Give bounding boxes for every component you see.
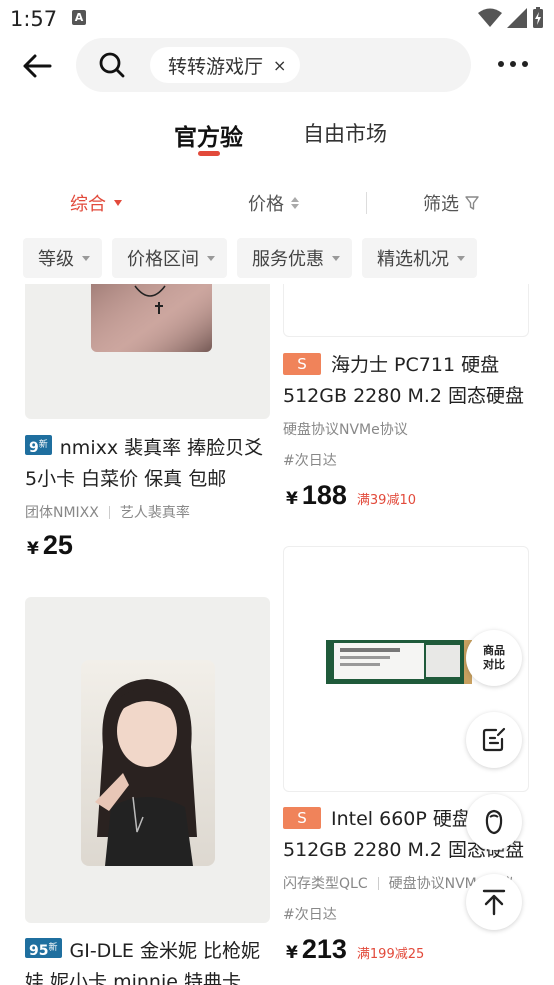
signal-icon (507, 8, 527, 28)
active-tab-indicator (198, 151, 220, 156)
divider (366, 192, 367, 214)
grade-suffix: 新 (48, 943, 58, 953)
product-tags: 团体NMIXX 艺人裴真率 (25, 502, 190, 522)
wifi-icon (478, 8, 502, 27)
tab-official-verified[interactable]: 官方验 (174, 118, 243, 152)
filter-condition-label: 精选机况 (377, 249, 449, 270)
s-grade-badge: S (283, 807, 321, 829)
edit-icon (482, 727, 506, 752)
edit-notes-button[interactable] (466, 712, 522, 768)
product-title-text: nmixx 裴真率 捧脸贝爻5小卡 白菜价 保真 包邮 (25, 437, 264, 490)
product-image[interactable] (25, 284, 270, 419)
top-header: 转转游戏厅 × (0, 38, 554, 94)
price-amount: 25 (42, 530, 73, 560)
status-indicators (478, 7, 544, 29)
footprint-icon (485, 809, 503, 835)
search-keyword: 转转游戏厅 (168, 55, 264, 78)
back-button[interactable] (20, 50, 54, 82)
arrow-up-icon (482, 889, 506, 916)
tag-divider (108, 505, 110, 519)
search-bar[interactable]: 转转游戏厅 × (76, 38, 471, 92)
photocard-image (81, 660, 215, 866)
funnel-icon (465, 196, 479, 210)
sort-price-label: 价格 (248, 194, 284, 215)
dot-icon (522, 61, 528, 67)
caret-down-icon (82, 255, 90, 261)
filter-grade-label: 等级 (38, 249, 74, 270)
search-keyword-chip[interactable]: 转转游戏厅 × (150, 47, 301, 83)
price-amount: 213 (301, 934, 347, 964)
caret-down-icon (207, 255, 215, 261)
product-title: S 海力士 PC711 硬盘 512GB 2280 M.2 固态硬盘 (283, 350, 528, 412)
grade-badge: 9新 (25, 435, 52, 456)
product-price: ¥ 213 满199减25 (286, 934, 424, 965)
market-tabs: 官方验 自由市场 (0, 112, 554, 162)
filter-price-range-label: 价格区间 (127, 249, 199, 270)
product-image[interactable] (283, 284, 529, 337)
filter-price-range[interactable]: 价格区间 (112, 238, 227, 278)
grade-badge: 95新 (25, 938, 62, 959)
promo-label: 满39减10 (356, 493, 416, 508)
tag-divider (377, 876, 379, 890)
photocard-image (91, 284, 212, 352)
tag-flash-type: 闪存类型QLC (283, 876, 368, 892)
filter-grade[interactable]: 等级 (23, 238, 102, 278)
product-grid: 9新 nmixx 裴真率 捧脸贝爻5小卡 白菜价 保真 包邮 团体NMIXX 艺人… (0, 284, 554, 985)
product-image[interactable] (25, 597, 270, 923)
dot-icon (498, 61, 504, 67)
filter-chips: 等级 价格区间 服务优惠 精选机况 (23, 238, 477, 278)
more-options-button[interactable] (498, 52, 528, 76)
product-price: ¥ 188 满39减10 (286, 480, 416, 511)
product-card[interactable]: 95新GI-DLE 金米妮 比枪妮娃 妮小卡 minnie 特典卡 保 (0, 597, 277, 985)
caret-down-icon (332, 255, 340, 261)
delivery-tag: #次日达 (283, 907, 337, 923)
search-icon[interactable] (98, 51, 126, 79)
history-button[interactable] (466, 794, 522, 850)
status-time: 1:57 (10, 7, 58, 31)
product-tags: 硬盘协议NVMe协议 (283, 419, 408, 439)
dot-icon (510, 61, 516, 67)
currency-symbol: ¥ (286, 489, 298, 509)
sort-comprehensive-label: 综合 (70, 194, 106, 215)
caret-down-icon (114, 200, 122, 206)
filter-condition[interactable]: 精选机况 (362, 238, 477, 278)
filter-service-offers-label: 服务优惠 (252, 249, 324, 270)
grade-value: 95 (29, 943, 49, 959)
tab-free-market[interactable]: 自由市场 (303, 118, 387, 148)
sort-comprehensive[interactable]: 综合 (70, 190, 124, 216)
currency-symbol: ¥ (286, 943, 298, 963)
arrow-left-icon (23, 54, 52, 78)
battery-icon (533, 7, 543, 28)
product-title: 9新 nmixx 裴真率 捧脸贝爻5小卡 白菜价 保真 包邮 (25, 433, 265, 495)
filter-service-offers[interactable]: 服务优惠 (237, 238, 352, 278)
currency-symbol: ¥ (27, 539, 39, 559)
compare-products-button[interactable]: 商品对比 (466, 630, 522, 686)
sort-arrows-icon (291, 197, 299, 209)
grade-suffix: 新 (38, 440, 48, 450)
product-title: 95新GI-DLE 金米妮 比枪妮娃 妮小卡 minnie 特典卡 保 (25, 936, 265, 985)
compare-label: 商品对比 (483, 644, 505, 671)
grade-value: 9 (29, 440, 39, 456)
status-bar: 1:57 A (0, 0, 554, 38)
clear-keyword-icon[interactable]: × (273, 56, 286, 75)
sort-filter[interactable]: 筛选 (423, 190, 479, 216)
notification-icon: A (72, 10, 86, 25)
tag-artist: 艺人裴真率 (119, 505, 190, 521)
back-to-top-button[interactable] (466, 874, 522, 930)
sort-filter-label: 筛选 (423, 194, 459, 215)
price-amount: 188 (301, 480, 347, 510)
tag-protocol: 硬盘协议NVMe协议 (283, 422, 408, 438)
tag-group: 团体NMIXX (25, 505, 99, 521)
product-card[interactable]: 9新 nmixx 裴真率 捧脸贝爻5小卡 白菜价 保真 包邮 团体NMIXX 艺人… (0, 284, 277, 584)
s-grade-badge: S (283, 353, 321, 375)
caret-down-icon (457, 255, 465, 261)
product-price: ¥ 25 (27, 530, 73, 561)
sort-bar: 综合 价格 筛选 (0, 186, 554, 222)
sort-price[interactable]: 价格 (248, 190, 300, 216)
promo-label: 满199减25 (356, 947, 425, 962)
delivery-tag: #次日达 (283, 453, 337, 469)
product-card[interactable]: S 海力士 PC711 硬盘 512GB 2280 M.2 固态硬盘 硬盘协议NV… (278, 284, 554, 544)
